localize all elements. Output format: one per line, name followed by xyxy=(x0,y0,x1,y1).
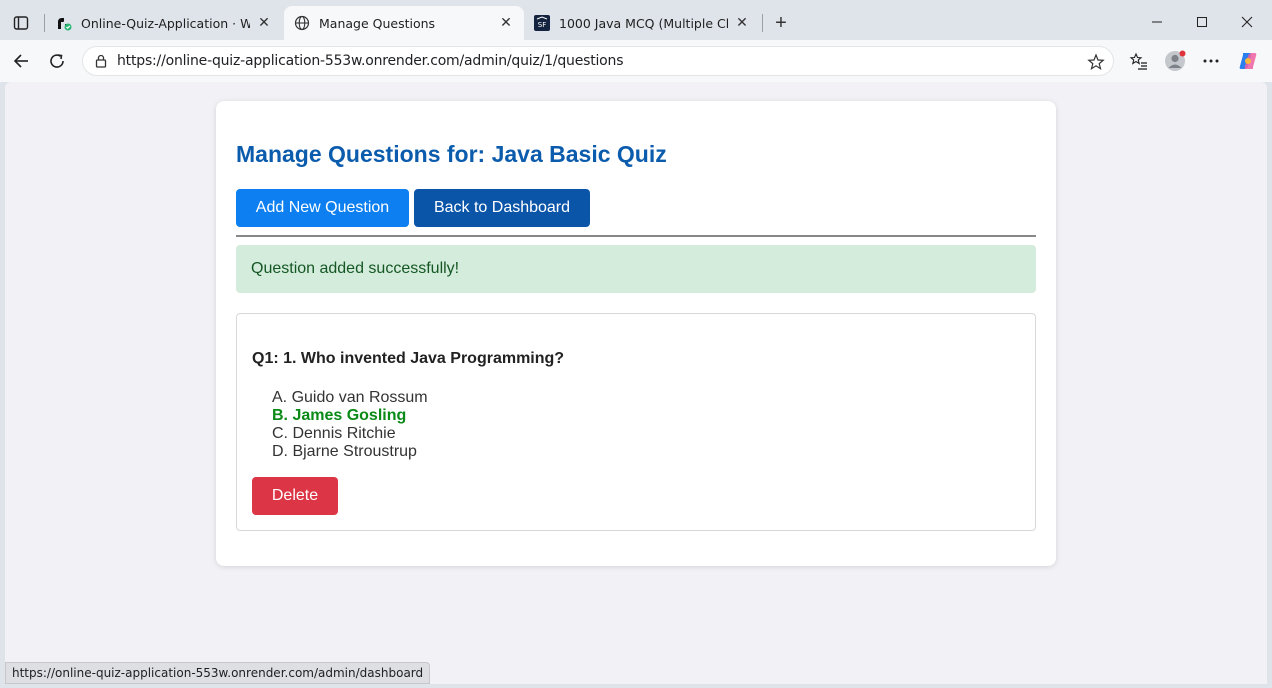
status-bar-url: https://online-quiz-application-553w.onr… xyxy=(5,662,431,684)
url-text[interactable]: https://online-quiz-application-553w.onr… xyxy=(117,53,624,69)
render-icon xyxy=(56,15,72,31)
plus-icon: + xyxy=(775,11,787,34)
close-window-button[interactable] xyxy=(1232,8,1262,36)
close-tab-icon[interactable]: ✕ xyxy=(498,15,514,31)
question-card: Q1: 1. Who invented Java Programming? A.… xyxy=(236,313,1036,531)
reload-button[interactable] xyxy=(44,48,70,74)
option-item: D. Bjarne Stroustrup xyxy=(272,443,417,460)
add-question-button[interactable]: Add New Question xyxy=(236,189,409,227)
globe-icon xyxy=(294,15,310,31)
favorite-star-icon[interactable] xyxy=(1087,53,1105,71)
reload-icon xyxy=(50,54,64,68)
page-viewport: Manage Questions for: Java Basic Quiz Ad… xyxy=(5,82,1267,684)
options-list: A. Guido van Rossum B. James Gosling C. … xyxy=(272,389,428,461)
option-item: C. Dennis Ritchie xyxy=(272,425,396,442)
browser-toolbar: https://online-quiz-application-553w.onr… xyxy=(0,40,1272,82)
tab-actions-icon xyxy=(13,16,29,30)
success-alert: Question added successfully! xyxy=(236,245,1036,293)
sanfoundry-icon: SF xyxy=(534,15,550,31)
divider xyxy=(236,235,1036,237)
address-bar[interactable]: https://online-quiz-application-553w.onr… xyxy=(82,46,1114,76)
profile-button[interactable] xyxy=(1162,48,1188,74)
close-window-icon xyxy=(1241,16,1253,28)
correct-option-item: B. James Gosling xyxy=(272,407,407,424)
question-title: Q1: 1. Who invented Java Programming? xyxy=(252,350,565,367)
more-options-button[interactable] xyxy=(1198,48,1224,74)
close-tab-icon[interactable]: ✕ xyxy=(256,15,272,31)
tab-strip: Online-Quiz-Application · Web Se ✕ Manag… xyxy=(0,0,1272,44)
new-tab-button[interactable]: + xyxy=(768,10,794,36)
tab-render[interactable]: Online-Quiz-Application · Web Se ✕ xyxy=(46,6,282,40)
more-dots-icon xyxy=(1203,59,1219,63)
maximize-button[interactable] xyxy=(1187,8,1217,36)
tab-java-mcq[interactable]: SF 1000 Java MCQ (Multiple Choice Q ✕ xyxy=(524,6,760,40)
page-title: Manage Questions for: Java Basic Quiz xyxy=(236,141,667,167)
svg-text:SF: SF xyxy=(538,21,546,29)
minimize-button[interactable] xyxy=(1142,8,1172,36)
close-tab-icon[interactable]: ✕ xyxy=(734,15,750,31)
back-nav-button[interactable] xyxy=(8,48,34,74)
delete-question-button[interactable]: Delete xyxy=(252,477,338,515)
lock-icon[interactable] xyxy=(93,53,109,69)
tab-actions-button[interactable] xyxy=(8,10,34,36)
maximize-icon xyxy=(1197,17,1207,27)
favorites-button[interactable] xyxy=(1126,48,1152,74)
tab-title: Manage Questions xyxy=(319,15,436,31)
favorites-list-icon xyxy=(1129,52,1147,70)
back-to-dashboard-button[interactable]: Back to Dashboard xyxy=(414,189,590,227)
tab-manage-questions[interactable]: Manage Questions ✕ xyxy=(284,6,524,40)
minimize-icon xyxy=(1152,21,1162,23)
avatar-icon xyxy=(1165,50,1186,71)
copilot-icon xyxy=(1239,53,1257,69)
tab-title: Online-Quiz-Application · Web Se xyxy=(81,15,250,31)
arrow-left-icon xyxy=(13,54,28,68)
tab-separator xyxy=(762,14,763,32)
tab-title: 1000 Java MCQ (Multiple Choice Q xyxy=(559,15,728,31)
content-card: Manage Questions for: Java Basic Quiz Ad… xyxy=(216,101,1056,566)
option-item: A. Guido van Rossum xyxy=(272,389,428,406)
copilot-button[interactable] xyxy=(1235,48,1261,74)
tab-separator xyxy=(44,14,45,32)
